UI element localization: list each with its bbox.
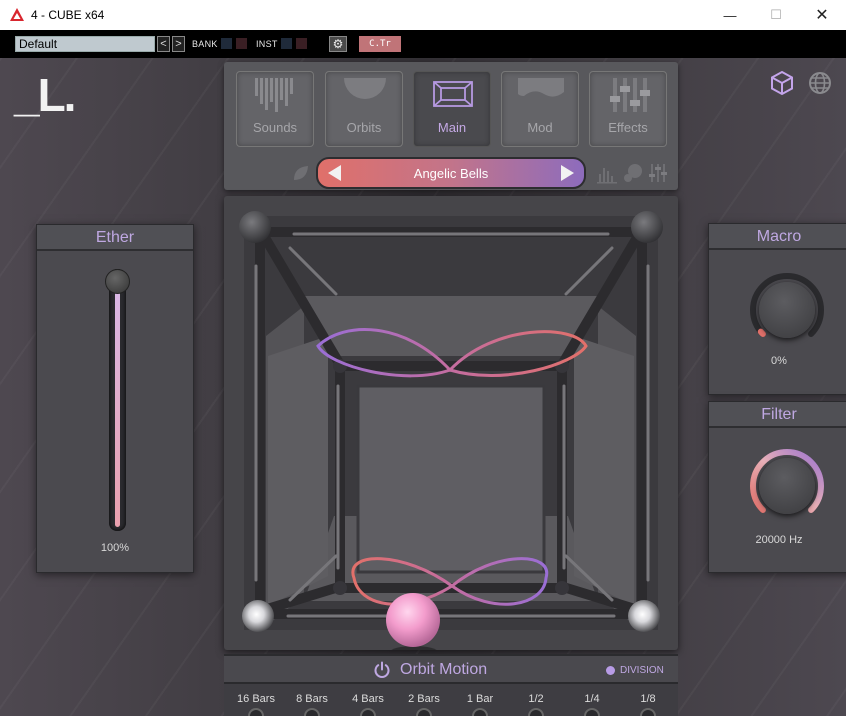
tab-mod[interactable]: Mod (501, 71, 579, 147)
tab-sounds-label: Sounds (252, 120, 298, 135)
corner-node-tr[interactable] (631, 211, 663, 243)
preset-name[interactable]: Angelic Bells (318, 166, 584, 181)
spectrum-icon[interactable] (596, 162, 618, 184)
inst-indicator-b[interactable] (296, 38, 307, 49)
filter-title: Filter (709, 402, 846, 428)
rate-option-label[interactable]: 1/8 (620, 693, 676, 705)
macro-value: 0% (771, 355, 787, 367)
ether-slider[interactable] (105, 269, 130, 531)
bank-label: BANK (192, 39, 218, 49)
effects-icon (610, 78, 650, 112)
settings-gear-button[interactable]: ⚙ (329, 36, 347, 52)
rate-option-knob[interactable] (416, 708, 432, 716)
tab-orbits[interactable]: Orbits (325, 71, 403, 147)
tab-main[interactable]: Main (413, 71, 491, 147)
rate-option-label[interactable]: 16 Bars (228, 693, 284, 705)
rate-option-label[interactable]: 1 Bar (452, 693, 508, 705)
nav-panel: Sounds Orbits Main Mod Effects Angelic B… (224, 62, 678, 190)
corner-node-br[interactable] (628, 600, 660, 632)
preset-selector: Angelic Bells (316, 157, 586, 189)
tab-mod-label: Mod (527, 120, 553, 135)
window-title: 4 - CUBE x64 (31, 8, 105, 22)
orbit-motion-title: Orbit Motion (400, 661, 488, 678)
filter-value: 20000 Hz (755, 534, 803, 546)
cube-visualizer[interactable] (224, 196, 678, 658)
filter-panel: Filter 20000 Hz (708, 401, 846, 573)
minimize-button[interactable]: — (707, 0, 753, 30)
main-icon (433, 81, 473, 107)
rate-option-label[interactable]: 4 Bars (340, 693, 396, 705)
bank-indicator-b[interactable] (236, 38, 247, 49)
maximize-button[interactable]: ☐ (753, 0, 799, 30)
tab-effects[interactable]: Effects (589, 71, 667, 147)
ether-slider-fill (115, 281, 120, 527)
rate-option-label[interactable]: 2 Bars (396, 693, 452, 705)
rate-option-label[interactable]: 1/2 (508, 693, 564, 705)
host-next-preset-button[interactable]: > (172, 36, 185, 52)
division-label[interactable]: DIVISION (620, 665, 664, 676)
orbit-motion-bar: Orbit Motion DIVISION 16 Bars 8 Bars 4 Bar… (224, 654, 678, 716)
bank-indicator-a[interactable] (221, 38, 232, 49)
cube-scene (239, 211, 663, 658)
rate-option-label[interactable]: 1/4 (564, 693, 620, 705)
inst-label: INST (256, 39, 278, 49)
orbit-motion-header: Orbit Motion DIVISION (224, 656, 678, 684)
host-preset-field[interactable]: Default (15, 36, 155, 52)
mixer-sliders-icon[interactable] (647, 162, 669, 184)
macro-title: Macro (709, 224, 846, 250)
plugin-canvas: _L. Sounds Orbits Main Mod Effects Angel… (0, 58, 846, 716)
next-preset-arrow-icon[interactable] (561, 165, 574, 181)
window-titlebar: 4 - CUBE x64 — ☐ ✕ (0, 0, 846, 30)
close-button[interactable]: ✕ (799, 0, 845, 30)
sounds-icon (255, 78, 293, 112)
filter-knob-body (759, 458, 815, 514)
cube-icon[interactable] (769, 70, 795, 96)
rate-option-label[interactable]: 8 Bars (284, 693, 340, 705)
inst-indicator-a[interactable] (281, 38, 292, 49)
macro-knob[interactable] (747, 270, 827, 350)
app-logo-icon (10, 8, 24, 21)
ether-title: Ether (37, 225, 193, 251)
corner-node-tl[interactable] (239, 211, 271, 243)
ether-slider-thumb[interactable] (105, 269, 130, 294)
host-toolbar: Default < > BANK INST ⚙ C.Tr (0, 30, 846, 58)
rate-option-knob[interactable] (640, 708, 656, 716)
mod-icon (518, 78, 564, 97)
leaf-icon[interactable] (290, 162, 312, 184)
host-prev-preset-button[interactable]: < (157, 36, 170, 52)
rate-option-knob[interactable] (360, 708, 376, 716)
rate-option-knob[interactable] (528, 708, 544, 716)
rate-option-knob[interactable] (472, 708, 488, 716)
ether-value: 100% (100, 542, 130, 554)
brand-logo: _L. (14, 69, 76, 121)
rate-option-knob[interactable] (248, 708, 264, 716)
rate-option-knob[interactable] (584, 708, 600, 716)
tab-sounds[interactable]: Sounds (236, 71, 314, 147)
corner-node-bl[interactable] (242, 600, 274, 632)
filter-knob[interactable] (747, 446, 827, 526)
macro-knob-body (759, 282, 815, 338)
ether-panel: Ether 100% (36, 224, 194, 573)
orbit-orb[interactable] (386, 593, 440, 647)
globe-icon[interactable] (807, 70, 833, 96)
tab-effects-label: Effects (608, 120, 648, 135)
orbits-icon (344, 78, 386, 99)
ctr-button[interactable]: C.Tr (359, 36, 401, 52)
macro-panel: Macro 0% (708, 223, 846, 395)
tab-main-label: Main (437, 120, 467, 135)
division-toggle[interactable] (606, 666, 615, 675)
rate-option-knob[interactable] (304, 708, 320, 716)
power-icon[interactable] (373, 661, 391, 679)
blobs-icon[interactable] (622, 162, 644, 184)
tab-orbits-label: Orbits (346, 120, 382, 135)
